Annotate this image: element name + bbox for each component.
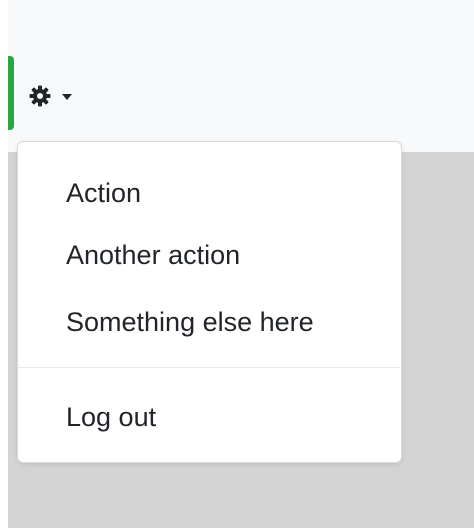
menu-item-another-action[interactable]: Another action [18,226,401,284]
gear-icon [29,85,51,107]
menu-item-label: Something else here [66,306,314,337]
menu-item-label: Another action [66,239,241,270]
page: Action Another action Something else her… [0,0,474,528]
left-edge-strip [0,0,8,528]
menu-item-log-out[interactable]: Log out [18,388,401,446]
active-indicator [8,56,14,130]
navbar [0,0,474,152]
menu-item-label: Log out [66,401,157,432]
settings-dropdown-toggle[interactable] [28,78,72,114]
settings-dropdown-menu: Action Another action Something else her… [17,141,402,463]
menu-item-action[interactable]: Action [18,164,401,222]
menu-divider [18,367,401,368]
caret-down-icon [62,94,72,100]
menu-item-label: Action [66,177,142,208]
menu-item-something-else[interactable]: Something else here [18,293,401,351]
